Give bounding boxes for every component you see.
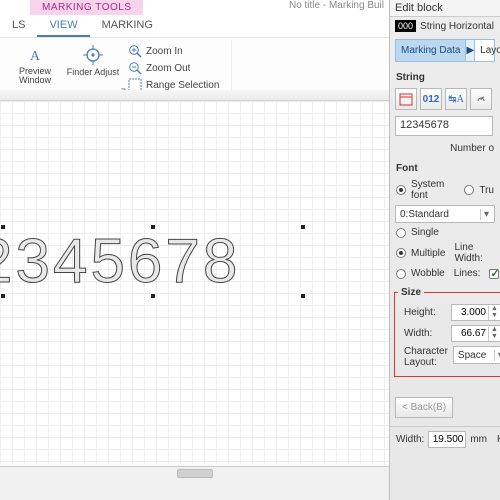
bottom-width-value[interactable] — [429, 434, 465, 445]
edit-block-panel: Edit block 000 String Horizontal Marking… — [389, 0, 500, 500]
truetype-label: Tru — [479, 185, 494, 196]
width-spinner[interactable]: ▲▼ — [488, 327, 500, 341]
size-group: Size Height: ▲▼ Width: ▲▼ Character Layo… — [394, 287, 500, 377]
zoom-in-label: Zoom In — [146, 46, 183, 57]
check-auto-lines[interactable] — [489, 269, 499, 279]
radio-wobble[interactable] — [396, 269, 406, 279]
canvas-text-object[interactable]: 2345678 — [0, 226, 240, 297]
font-selected-label: 0:Standard — [400, 209, 449, 220]
preview-window-label: Preview Window — [8, 67, 62, 86]
height-value[interactable] — [452, 307, 488, 318]
tab-layout[interactable]: Layou — [475, 40, 500, 61]
counter-icon[interactable]: 012 — [420, 88, 442, 110]
selection-handle[interactable] — [150, 224, 156, 230]
width-label: Width: — [404, 328, 446, 339]
tab-marking[interactable]: MARKING — [90, 15, 165, 37]
back-button[interactable]: < Back(B) — [395, 397, 453, 418]
single-label: Single — [411, 227, 439, 238]
radio-single[interactable] — [396, 228, 406, 238]
height-spinner[interactable]: ▲▼ — [488, 306, 500, 320]
window-title: No title - Marking Buil — [289, 0, 384, 11]
block-type-row: 000 String Horizontal — [390, 17, 500, 35]
multiple-label: Multiple — [411, 248, 445, 259]
svg-text:A: A — [30, 49, 41, 64]
link-icon[interactable] — [470, 88, 492, 110]
chevron-down-icon: ▾ — [480, 209, 492, 220]
text-tool-icon[interactable]: ↹A — [445, 88, 467, 110]
selection-handle[interactable] — [150, 293, 156, 299]
canvas[interactable]: 2345678 — [0, 101, 390, 464]
panel-tabs: Marking Data ▶ Layou — [395, 39, 495, 62]
char-layout-label: Character Layout: — [404, 346, 448, 368]
height-input[interactable]: ▲▼ — [451, 304, 500, 321]
preview-window-button[interactable]: A Preview Window — [6, 41, 64, 89]
letter-a-icon: A — [24, 44, 46, 66]
selection-handle[interactable] — [0, 293, 6, 299]
number-of-label: Number o — [390, 140, 500, 157]
panel-title: Edit block — [390, 0, 500, 17]
chevron-right-icon[interactable]: ▶ — [465, 40, 475, 61]
string-toolbar: 012 ↹A — [390, 86, 500, 112]
width-input[interactable]: ▲▼ — [451, 325, 500, 342]
width-value[interactable] — [452, 328, 488, 339]
radio-multiple[interactable] — [396, 248, 406, 258]
zoom-in-icon — [128, 44, 142, 58]
bottom-width-label: Width: — [396, 434, 424, 445]
system-font-label: System font — [411, 179, 459, 201]
bottom-status: Width: mm H — [390, 427, 500, 452]
tab-ls[interactable]: LS — [0, 15, 37, 37]
ribbon-body: A Preview Window Finder Adjust Zoom In Z… — [0, 37, 390, 97]
selection-handle[interactable] — [300, 293, 306, 299]
zoom-in-button[interactable]: Zoom In — [124, 43, 223, 59]
zoom-out-icon — [128, 61, 142, 75]
target-icon — [82, 44, 104, 66]
radio-truetype[interactable] — [464, 185, 474, 195]
size-title: Size — [398, 287, 424, 298]
canvas-area: 2345678 — [0, 90, 390, 480]
zoom-out-button[interactable]: Zoom Out — [124, 60, 223, 76]
tab-view[interactable]: VIEW — [37, 15, 89, 37]
bottom-width-input[interactable] — [428, 431, 466, 448]
lines-label: Lines: — [454, 268, 481, 279]
ribbon: No title - Marking Buil MARKING TOOLS LS… — [0, 0, 390, 98]
block-index-badge: 000 — [395, 20, 416, 32]
string-value-input[interactable]: 12345678 — [395, 116, 493, 136]
tab-marking-data[interactable]: Marking Data — [396, 40, 465, 61]
selection-handle[interactable] — [0, 224, 6, 230]
finder-adjust-label: Finder Adjust — [67, 67, 120, 77]
ribbon-tabs: LS VIEW MARKING — [0, 15, 390, 37]
calendar-icon[interactable] — [395, 88, 417, 110]
scrollbar-horizontal[interactable] — [0, 466, 390, 480]
font-select[interactable]: 0:Standard ▾ — [395, 205, 495, 223]
height-label: Height: — [404, 307, 446, 318]
scrollbar-thumb[interactable] — [177, 469, 213, 478]
wobble-label: Wobble — [411, 268, 445, 279]
selection-handle[interactable] — [300, 224, 306, 230]
section-string-title: String — [390, 66, 500, 86]
string-value: 12345678 — [400, 119, 449, 131]
char-layout-value: Space — [458, 350, 486, 361]
finder-adjust-button[interactable]: Finder Adjust — [64, 41, 122, 80]
line-width-label: Line Width: — [454, 242, 494, 264]
chevron-down-icon: ▾ — [494, 350, 500, 361]
context-tab-marking-tools[interactable]: MARKING TOOLS — [30, 0, 143, 15]
zoom-out-label: Zoom Out — [146, 63, 190, 74]
block-type-label: String Horizontal — [420, 21, 494, 32]
bottom-unit: mm — [470, 434, 487, 445]
char-layout-select[interactable]: Space ▾ — [453, 346, 500, 364]
section-font-title: Font — [390, 157, 500, 177]
ruler-horizontal[interactable] — [0, 90, 390, 101]
radio-system-font[interactable] — [396, 185, 406, 195]
